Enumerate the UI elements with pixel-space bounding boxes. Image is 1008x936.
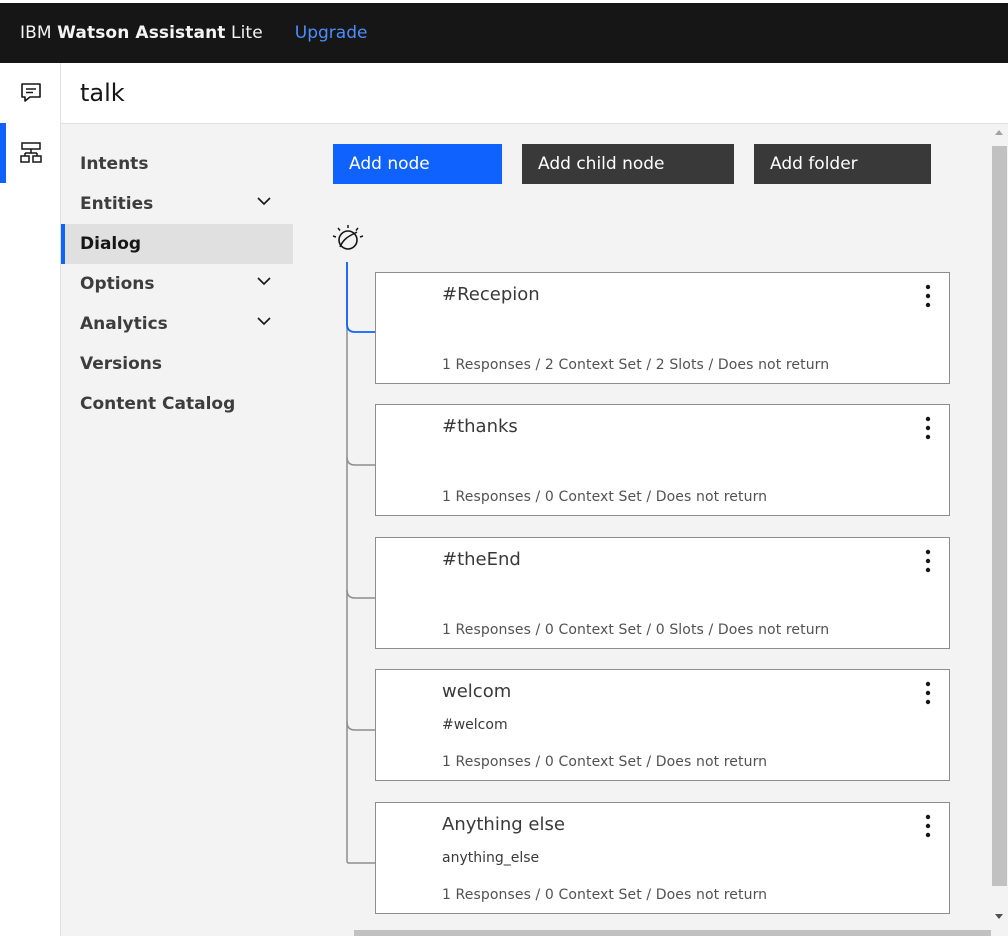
node-condition: #welcom xyxy=(442,717,508,733)
skill-title: talk xyxy=(80,79,125,107)
rail-item-skills[interactable] xyxy=(0,123,61,183)
watson-root-icon xyxy=(332,225,364,250)
skill-nav: Intents Entities Dialog Options Analytic… xyxy=(61,144,293,424)
chat-icon xyxy=(20,83,41,102)
rail-item-assistants[interactable] xyxy=(0,63,61,123)
node-summary: 1 Responses / 0 Context Set / Does not r… xyxy=(442,754,768,770)
nav-item-label: Intents xyxy=(80,154,149,174)
chevron-down-icon xyxy=(257,317,271,326)
brand-plan: Lite xyxy=(231,23,263,43)
add-node-button[interactable]: Add node xyxy=(333,144,502,184)
nav-item-versions[interactable]: Versions xyxy=(61,344,293,384)
skill-header: talk xyxy=(61,63,1008,124)
overflow-menu-icon[interactable] xyxy=(921,415,935,441)
tree-connectors xyxy=(346,262,375,864)
node-title: #theEnd xyxy=(442,549,521,570)
node-summary: 1 Responses / 2 Context Set / 2 Slots / … xyxy=(442,357,830,373)
nav-item-label: Content Catalog xyxy=(80,394,236,414)
nav-item-entities[interactable]: Entities xyxy=(61,184,293,224)
scrollbar-thumb[interactable] xyxy=(992,146,1007,886)
scroll-up-icon[interactable] xyxy=(995,130,1003,135)
chevron-down-icon xyxy=(257,277,271,286)
node-title: welcom xyxy=(442,681,512,702)
node-title: #Recepion xyxy=(442,284,540,305)
node-summary: 1 Responses / 0 Context Set / Does not r… xyxy=(442,489,768,505)
dialog-node[interactable]: welcom #welcom 1 Responses / 0 Context S… xyxy=(375,669,950,781)
nav-item-analytics[interactable]: Analytics xyxy=(61,304,293,344)
nav-item-label: Options xyxy=(80,274,155,294)
nav-item-label: Dialog xyxy=(80,234,142,254)
dialog-tree-icon xyxy=(19,142,42,163)
brand-name: Watson Assistant xyxy=(57,23,226,43)
top-bar: IBM Watson Assistant Lite Upgrade xyxy=(0,0,1008,63)
add-child-node-button[interactable]: Add child node xyxy=(522,144,734,184)
overflow-menu-icon[interactable] xyxy=(921,548,935,574)
icon-rail xyxy=(0,63,61,936)
overflow-menu-icon[interactable] xyxy=(921,813,935,839)
add-folder-button[interactable]: Add folder xyxy=(754,144,931,184)
dialog-node[interactable]: #Recepion 1 Responses / 2 Context Set / … xyxy=(375,272,950,384)
chevron-down-icon xyxy=(257,197,271,206)
vertical-scrollbar[interactable] xyxy=(991,124,1008,936)
node-summary: 1 Responses / 0 Context Set / 0 Slots / … xyxy=(442,622,830,638)
node-title: Anything else xyxy=(442,814,565,835)
node-condition: anything_else xyxy=(442,850,540,866)
scroll-down-icon[interactable] xyxy=(995,914,1003,919)
nav-item-label: Analytics xyxy=(80,314,168,334)
nav-item-content-catalog[interactable]: Content Catalog xyxy=(61,384,293,424)
dialog-node[interactable]: Anything else anything_else 1 Responses … xyxy=(375,802,950,914)
brand-prefix: IBM xyxy=(20,23,52,43)
main-content: Intents Entities Dialog Options Analytic… xyxy=(61,124,1008,936)
product-name: IBM Watson Assistant Lite xyxy=(20,23,263,43)
nav-item-dialog[interactable]: Dialog xyxy=(61,224,293,264)
nav-item-label: Versions xyxy=(80,354,162,374)
node-summary: 1 Responses / 0 Context Set / Does not r… xyxy=(442,887,768,903)
overflow-menu-icon[interactable] xyxy=(921,283,935,309)
dialog-node[interactable]: #theEnd 1 Responses / 0 Context Set / 0 … xyxy=(375,537,950,649)
nav-item-label: Entities xyxy=(80,194,154,214)
horizontal-scrollbar[interactable] xyxy=(354,930,991,936)
node-title: #thanks xyxy=(442,416,518,437)
upgrade-link[interactable]: Upgrade xyxy=(295,23,368,43)
nav-item-intents[interactable]: Intents xyxy=(61,144,293,184)
dialog-node[interactable]: #thanks 1 Responses / 0 Context Set / Do… xyxy=(375,404,950,516)
nav-item-options[interactable]: Options xyxy=(61,264,293,304)
overflow-menu-icon[interactable] xyxy=(921,680,935,706)
